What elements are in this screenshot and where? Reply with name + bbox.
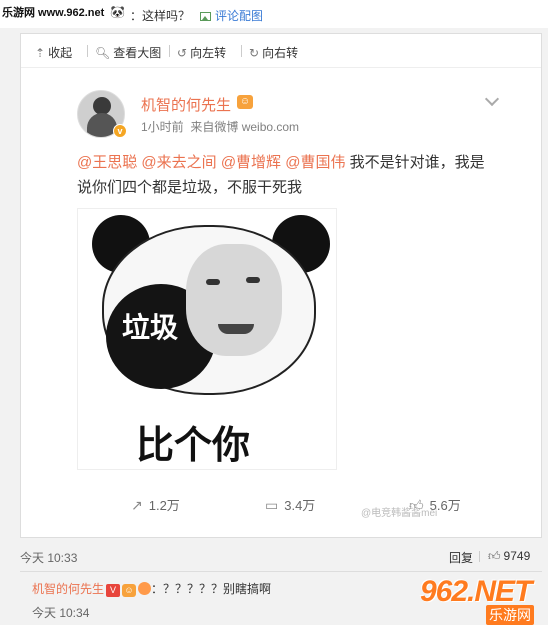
action-divider xyxy=(479,551,480,562)
forward-icon: ↗ xyxy=(131,497,143,513)
panda-emoji-icon: 🐼 xyxy=(110,5,125,19)
magnifier-icon: 🔍︎ xyxy=(95,46,111,60)
meme-eye xyxy=(206,279,220,285)
member-icon: ☺ xyxy=(237,95,253,109)
reply-button[interactable]: 回复 xyxy=(449,549,473,566)
comment-like-count: 9749 xyxy=(503,549,531,563)
post-text: @王思聪 @来去之间 @曹增辉 @曹国伟 我不是针对谁，我是说你们四个都是垃圾，… xyxy=(77,150,497,200)
comment-button[interactable]: ▭ 3.4万 xyxy=(265,495,315,514)
comment-time: 今天 10:33 xyxy=(20,551,78,565)
post-source: 来自微博 weibo.com xyxy=(190,120,300,134)
image-toolbar: ⇡ 收起 🔍︎ 查看大图 ↺ 向左转 ↻ 向右转 xyxy=(21,34,541,68)
meme-face xyxy=(186,244,282,356)
picture-icon xyxy=(200,12,211,21)
toolbar-divider xyxy=(169,45,170,57)
mention-link[interactable]: @来去之间 xyxy=(141,154,216,171)
comment-header: 乐游网 www.962.net 🐼 ：这样吗？ 评论配图 xyxy=(0,0,548,28)
mention-link[interactable]: @曹国伟 xyxy=(285,154,345,171)
collapse-button[interactable]: ⇡ 收起 xyxy=(35,44,72,61)
divider xyxy=(20,571,542,572)
collapse-label: 收起 xyxy=(48,46,73,60)
comment-count: 3.4万 xyxy=(284,498,316,513)
rotate-right-button[interactable]: ↻ 向右转 xyxy=(249,44,298,61)
reply-username[interactable]: 机智的何先生 xyxy=(32,582,104,596)
screenshot-post: v 机智的何先生 ☺ 1小时前 来自微博 weibo.com @王思聪 @来去之… xyxy=(57,78,507,526)
site-watermark: 乐游网 www.962.net xyxy=(2,7,105,19)
comment-like-button[interactable]: 👍︎ 9749 xyxy=(488,549,530,564)
comment-image-link-label: 评论配图 xyxy=(215,9,264,23)
post-time: 1小时前 xyxy=(141,120,184,134)
comment-image-link[interactable]: 评论配图 xyxy=(200,7,263,24)
mention-link[interactable]: @曹增辉 xyxy=(221,154,281,171)
meme-caption-top: 垃圾 xyxy=(122,312,179,343)
post-username[interactable]: 机智的何先生 xyxy=(141,94,231,115)
site-logo-main: 962.NET xyxy=(420,575,532,608)
rotate-left-button[interactable]: ↺ 向左转 xyxy=(177,44,226,61)
comment-icon: ▭ xyxy=(265,497,279,513)
thumbs-up-icon: 👍︎ xyxy=(488,549,501,563)
rotate-left-label: 向左转 xyxy=(190,46,227,60)
post-meta: 1小时前 来自微博 weibo.com xyxy=(141,118,299,135)
verified-v-icon: V xyxy=(106,584,121,597)
toolbar-divider xyxy=(87,45,88,57)
rotate-right-icon: ↻ xyxy=(249,46,260,60)
avatar-body xyxy=(87,113,117,137)
view-large-button[interactable]: 🔍︎ 查看大图 xyxy=(95,44,161,61)
fire-badge-icon xyxy=(138,582,152,595)
reply-time: 今天 10:34 xyxy=(32,606,90,620)
reply-item: 机智的何先生 V ☺ ：？？？？？别瞎搞啊 xyxy=(32,580,271,597)
image-watermark: @电竞韩酱酱mei xyxy=(361,508,438,519)
site-logo-sub: 乐游网 xyxy=(486,605,534,625)
post-body-text: 我不是针对谁，我是说你们四个都是垃圾，不服干死我 xyxy=(77,154,485,196)
meme-mouth xyxy=(218,324,254,334)
forward-button[interactable]: ↗ 1.2万 xyxy=(131,495,180,514)
view-large-label: 查看大图 xyxy=(113,46,162,60)
reply-text: ：？？？？？别瞎搞啊 xyxy=(151,582,272,596)
mention-link[interactable]: @王思聪 xyxy=(77,154,137,171)
meme-caption-bottom: 比个你 xyxy=(136,425,251,467)
meme-image[interactable]: 垃圾 比个你 xyxy=(77,208,337,470)
rotate-right-label: 向右转 xyxy=(262,46,299,60)
toolbar-divider xyxy=(241,45,242,57)
member-icon: ☺ xyxy=(122,584,137,597)
comment-text: ：这样吗？ xyxy=(130,9,191,23)
verified-v-icon: v xyxy=(113,124,127,138)
arrow-up-icon: ⇡ xyxy=(35,46,46,60)
chevron-down-icon[interactable] xyxy=(484,91,500,107)
image-preview-card: ⇡ 收起 🔍︎ 查看大图 ↺ 向左转 ↻ 向右转 v 机智的何先生 ☺ 1小时前 来自微… xyxy=(20,33,542,538)
rotate-left-icon: ↺ xyxy=(177,46,188,60)
forward-count: 1.2万 xyxy=(148,498,180,513)
site-logo: 962.NET 乐游网 xyxy=(412,575,546,625)
meme-eye xyxy=(246,277,260,283)
